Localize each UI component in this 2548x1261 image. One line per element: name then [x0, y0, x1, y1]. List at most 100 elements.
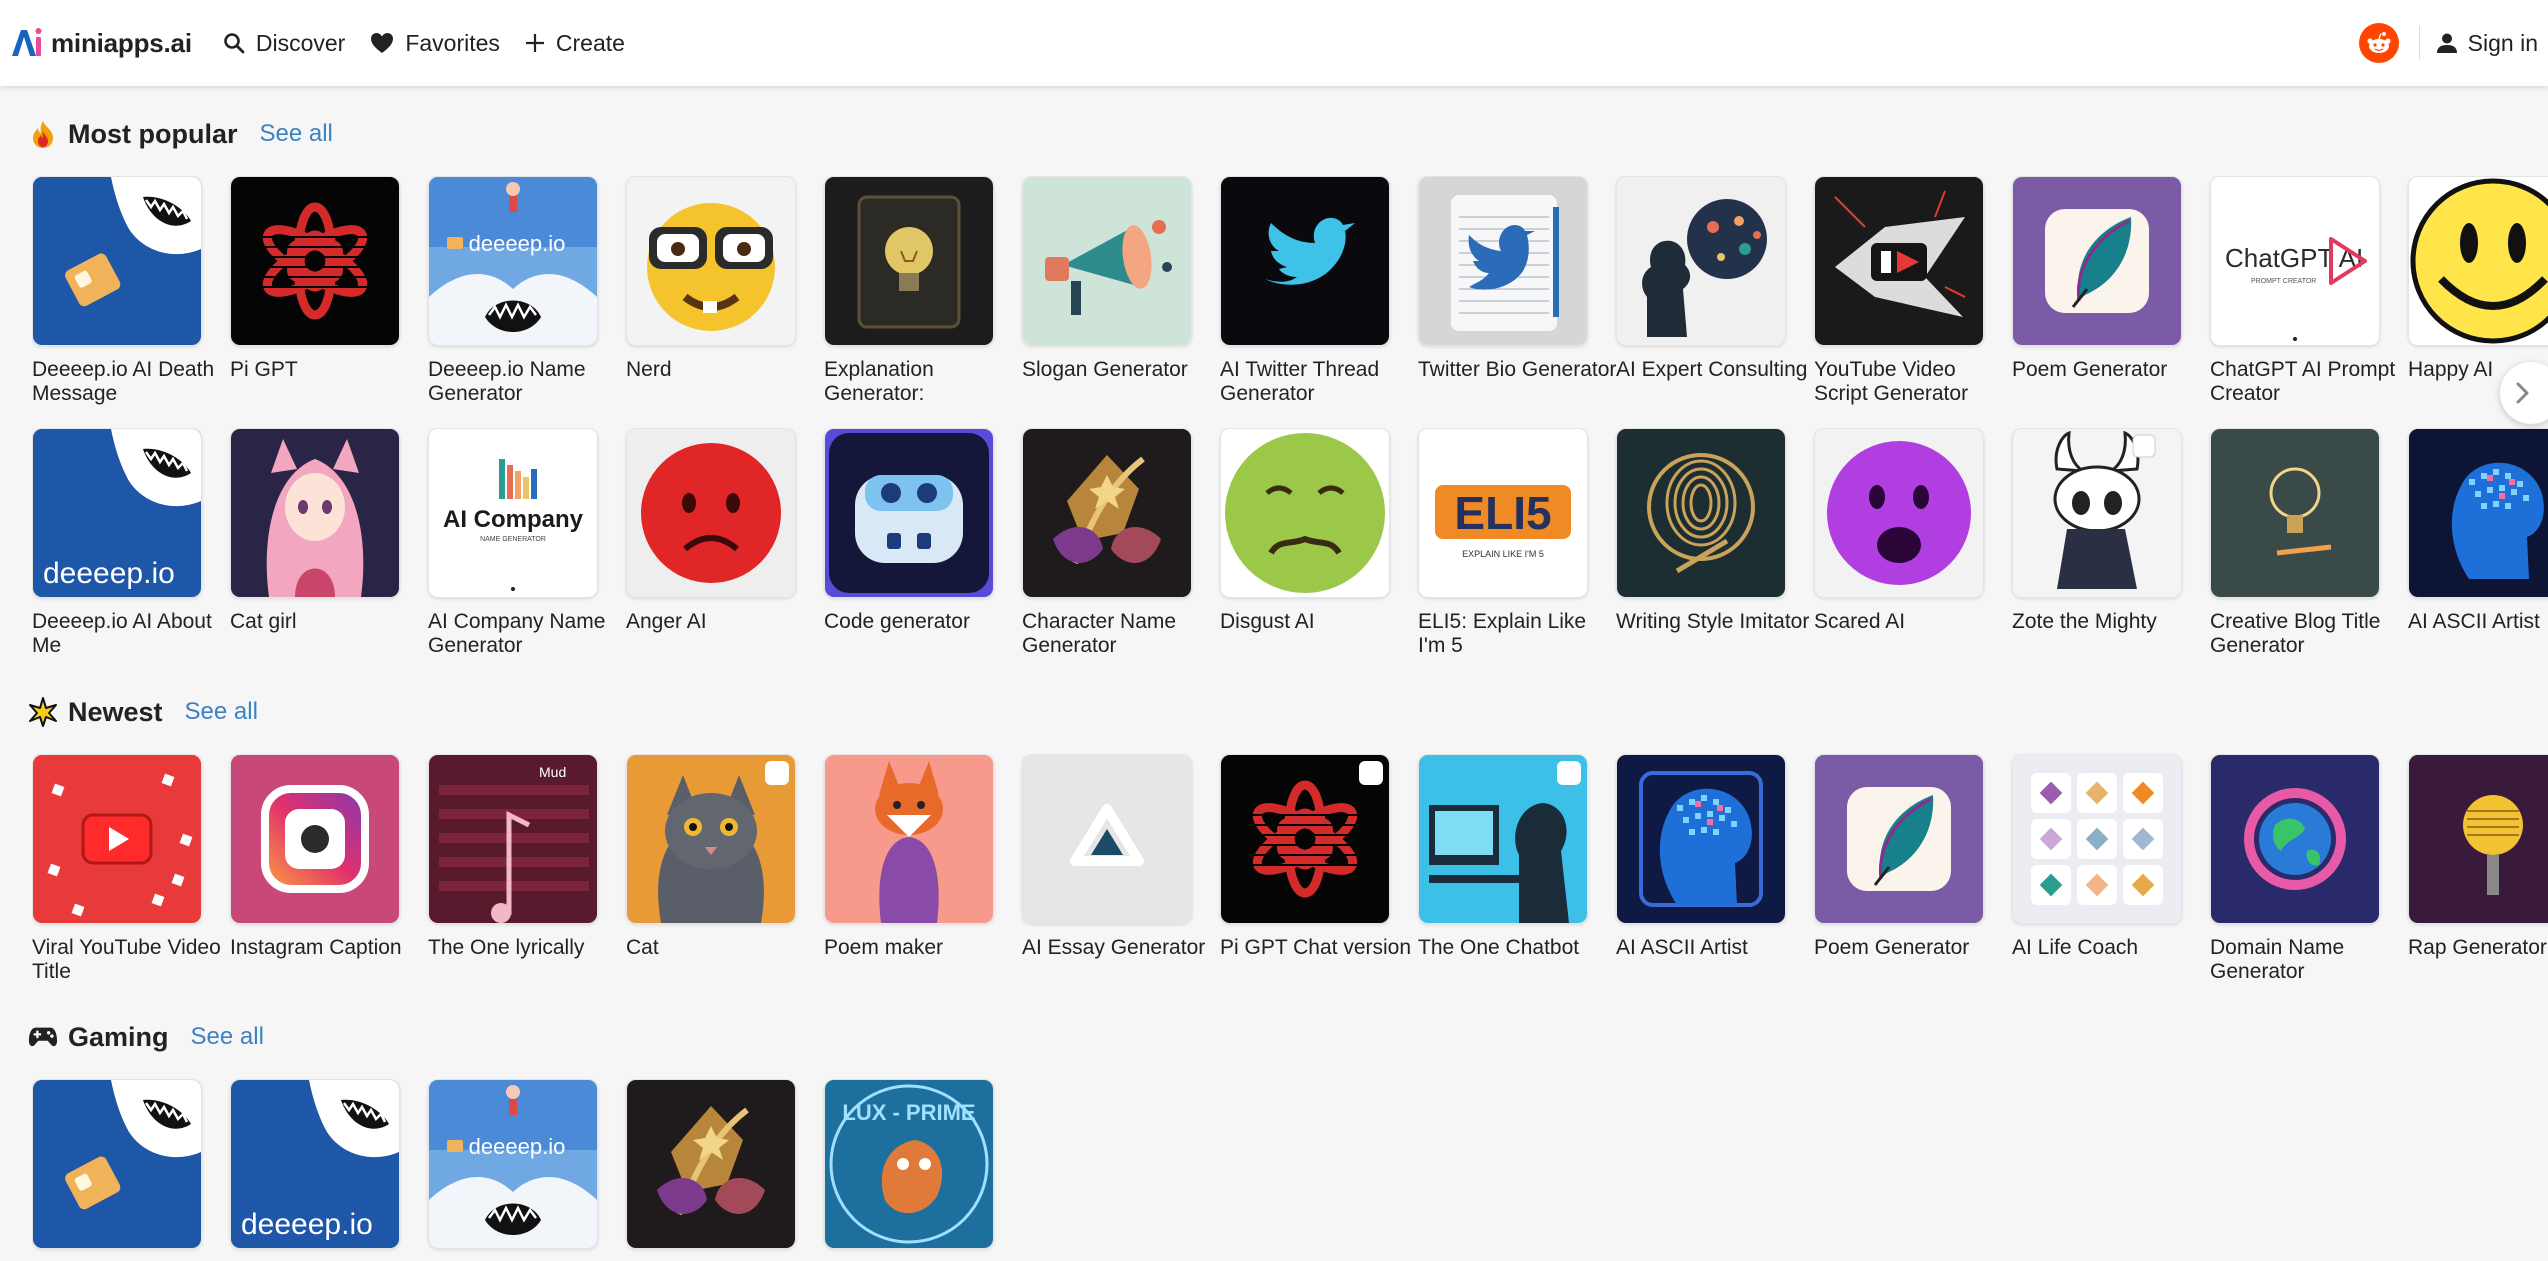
app-card[interactable]: Cat	[626, 754, 796, 960]
app-thumbnail	[626, 754, 796, 924]
app-card[interactable]: deeeep.io Deeeep.io AI About Me	[32, 428, 212, 658]
lyrics-thumbnail-art: Mud	[429, 755, 597, 923]
app-thumbnail	[230, 176, 400, 346]
app-card[interactable]: Poem Generator	[1814, 754, 1984, 960]
app-card[interactable]: deeeep.io Deeeep.io Name Generator	[428, 176, 598, 406]
ai-company-thumbnail-art: AI Company NAME GENERATOR	[429, 429, 597, 597]
app-card[interactable]: AI Expert Consulting	[1616, 176, 1807, 382]
see-all-link[interactable]: See all	[260, 120, 333, 148]
svg-text:PROMPT CREATOR: PROMPT CREATOR	[2251, 278, 2316, 285]
app-row-gaming: deeeep.io deeeep.io LUX - PRIME	[32, 1079, 2548, 1261]
anime-girl-thumbnail-art	[231, 429, 399, 597]
app-card[interactable]: AI ASCII Artist	[2408, 428, 2548, 634]
app-card[interactable]: Deeeep.io AI Death Message	[32, 176, 214, 406]
app-card[interactable]: AI ASCII Artist	[1616, 754, 1786, 960]
app-card[interactable]: Code generator	[824, 428, 994, 634]
app-card[interactable]: AI Life Coach	[2012, 754, 2182, 960]
nav-favorites[interactable]: Favorites	[369, 30, 500, 57]
app-card[interactable]: Writing Style Imitator	[1616, 428, 1809, 634]
app-card[interactable]: The One Chatbot	[1418, 754, 1588, 960]
nav-discover[interactable]: Discover	[222, 30, 345, 57]
app-card[interactable]: Creative Blog Title Generator	[2210, 428, 2380, 658]
app-card[interactable]: Disgust AI	[1220, 428, 1390, 634]
app-title: The One Chatbot	[1418, 936, 1580, 959]
app-card[interactable]: Pi GPT	[230, 176, 400, 382]
app-card[interactable]: Zote the Mighty	[2012, 428, 2182, 634]
app-card[interactable]: Poem Generator	[2012, 176, 2182, 382]
quill-ornament-thumbnail-art	[1023, 429, 1191, 597]
app-thumbnail: AI Company NAME GENERATOR	[428, 428, 598, 598]
miniapps-logo-icon	[12, 28, 42, 56]
app-title: The One lyrically	[428, 936, 585, 959]
app-card[interactable]: Happy AI	[2408, 176, 2548, 382]
app-card[interactable]: ChatGPT AI PROMPT CREATOR ChatGPT AI Promp…	[2210, 176, 2395, 406]
see-all-link[interactable]: See all	[191, 1023, 264, 1051]
nav-create[interactable]: Create	[524, 30, 625, 57]
app-card[interactable]: Nerd	[626, 176, 796, 382]
chatgpt-logo-thumbnail-art: ChatGPT AIPROMPT CREATOR	[2211, 177, 2379, 345]
feather-purple-2-thumbnail-art	[1815, 755, 1983, 923]
app-title: AI ASCII Artist	[1616, 936, 1748, 959]
app-card[interactable]	[32, 1079, 202, 1249]
app-card[interactable]: Character Name Generator	[1022, 428, 1192, 658]
app-title: Poem Generator	[1814, 936, 1970, 959]
app-card[interactable]: YouTube Video Script Generator	[1814, 176, 1984, 406]
app-card[interactable]: Pi GPT Chat version	[1220, 754, 1411, 960]
sign-in-label: Sign in	[2467, 29, 2538, 56]
shark-blue-thumbnail-art	[33, 177, 201, 345]
app-card[interactable]: Domain Name Generator	[2210, 754, 2380, 984]
search-icon	[224, 33, 245, 54]
section-header-newest: Newest See all	[28, 692, 258, 732]
app-card[interactable]: AI Company NAME GENERATOR AI Company Name …	[428, 428, 605, 658]
app-card[interactable]: Mud The One lyrically	[428, 754, 598, 960]
top-nav-bar: miniapps.ai Discover Favorites Create Si…	[0, 0, 2548, 86]
app-row-popular-1: Deeeep.io AI Death Message Pi GPT deeeep.i…	[32, 176, 2548, 426]
app-card[interactable]: deeeep.io	[428, 1079, 598, 1249]
globe-thumbnail-art	[2211, 755, 2379, 923]
app-card[interactable]: AI Essay Generator	[1022, 754, 1205, 960]
app-thumbnail: ELI5 EXPLAIN LIKE I'M 5	[1418, 428, 1588, 598]
app-thumbnail	[230, 428, 400, 598]
nerd-emoji-thumbnail-art	[627, 177, 795, 345]
reddit-button[interactable]	[2358, 23, 2399, 63]
brand-logo-link[interactable]: miniapps.ai	[9, 24, 192, 62]
sign-in-button[interactable]: Sign in	[2436, 30, 2538, 57]
app-thumbnail	[626, 1079, 796, 1249]
app-card[interactable]: Twitter Bio Generator	[1418, 176, 1616, 382]
app-card[interactable]: Poem maker	[824, 754, 994, 960]
app-card[interactable]: Instagram Caption	[230, 754, 402, 960]
app-card[interactable]: Scared AI	[1814, 428, 1984, 634]
lux-prime-thumbnail-art: LUX - PRIME	[825, 1080, 993, 1248]
app-thumbnail: deeeep.io	[230, 1079, 400, 1249]
app-card[interactable]: AI Twitter Thread Generator	[1220, 176, 1390, 406]
app-card[interactable]: Explanation Generator:	[824, 176, 994, 406]
twitter-bird-thumbnail-art	[1221, 177, 1389, 345]
section-title: Gaming	[68, 1021, 169, 1052]
shark-deeeep-thumbnail-art: deeeep.io	[429, 1080, 597, 1248]
app-card[interactable]: Slogan Generator	[1022, 176, 1192, 382]
app-card[interactable]: Anger AI	[626, 428, 796, 634]
app-title: Anger AI	[626, 610, 707, 633]
app-card[interactable]: Viral YouTube Video Title	[32, 754, 221, 984]
app-card[interactable]: ELI5 EXPLAIN LIKE I'M 5 ELI5: Explain Like…	[1418, 428, 1588, 658]
fox-thumbnail-art	[825, 755, 993, 923]
app-card[interactable]: Rap Generator	[2408, 754, 2548, 960]
app-title: AI ASCII Artist	[2408, 610, 2540, 633]
chevron-right-icon	[2516, 382, 2529, 404]
app-card[interactable]: deeeep.io	[230, 1079, 400, 1249]
app-card[interactable]: Cat girl	[230, 428, 400, 634]
app-title: Cat girl	[230, 610, 297, 633]
app-title: Zote the Mighty	[2012, 610, 2157, 633]
app-card[interactable]	[626, 1079, 796, 1249]
youtube-splash-thumbnail-art	[1815, 177, 1983, 345]
app-title: Writing Style Imitator	[1616, 610, 1810, 633]
nav-favorites-label: Favorites	[405, 29, 500, 56]
computer-man-thumbnail-art	[1419, 755, 1587, 923]
see-all-link[interactable]: See all	[185, 698, 258, 726]
app-thumbnail	[2408, 754, 2548, 924]
app-thumbnail	[2012, 428, 2182, 598]
youtube-3d-thumbnail-art	[33, 755, 201, 923]
app-title: ELI5: Explain Like I'm 5	[1418, 610, 1587, 657]
sick-emoji-thumbnail-art	[1221, 429, 1389, 597]
app-card[interactable]: LUX - PRIME	[824, 1079, 994, 1249]
